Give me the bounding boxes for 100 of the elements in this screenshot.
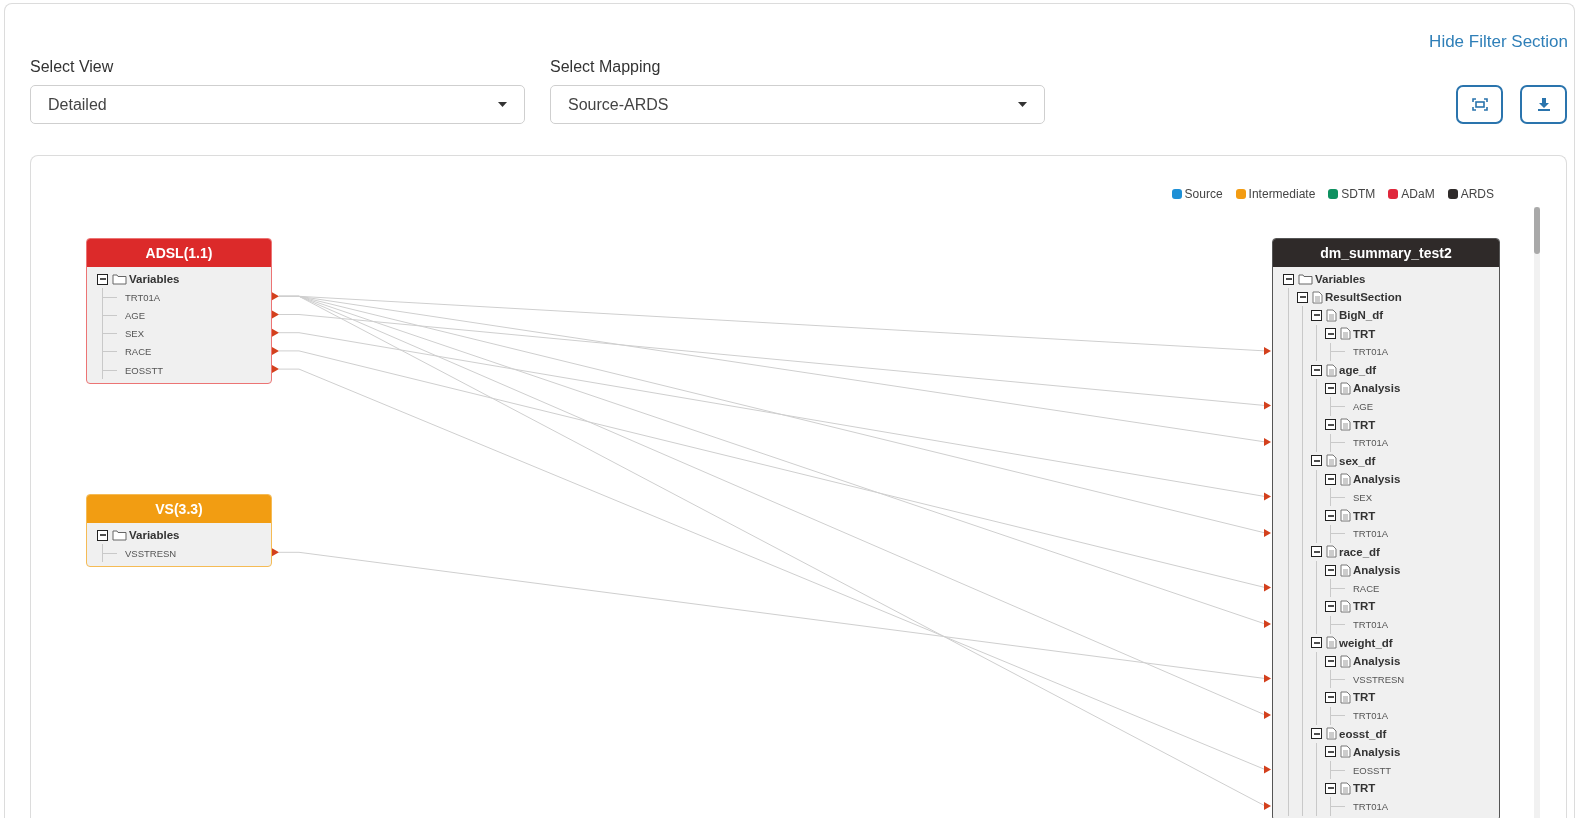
collapse-toggle[interactable] <box>1311 728 1322 740</box>
legend-label: SDTM <box>1341 187 1376 201</box>
variable-name: SEX <box>1353 491 1372 503</box>
table-node[interactable] <box>1272 238 1500 818</box>
variable-name: AGE <box>125 309 146 321</box>
tree-label: Analysis <box>1353 655 1401 668</box>
port-arrow-icon <box>1264 801 1271 810</box>
port-arrow-icon <box>272 548 279 557</box>
field-label: Select Mapping <box>550 58 662 76</box>
collapse-toggle[interactable] <box>97 273 108 285</box>
collapse-toggle[interactable] <box>97 529 108 541</box>
tree-label: Analysis <box>1353 382 1401 395</box>
collapse-toggle[interactable] <box>1311 637 1322 649</box>
node-title: dm_summary_test2 <box>1273 239 1499 267</box>
fit-screen-button[interactable] <box>1456 85 1503 124</box>
collapse-toggle[interactable] <box>1311 309 1322 321</box>
tree-label: TRT <box>1353 782 1376 795</box>
document-icon <box>1340 327 1351 341</box>
collapse-toggle[interactable] <box>1283 273 1294 285</box>
variable-name: EOSSTT <box>1353 764 1391 776</box>
variable-name: TRT01A <box>125 291 161 303</box>
tree-label: age_df <box>1339 364 1377 377</box>
tree-label: eosst_df <box>1339 727 1387 740</box>
collapse-toggle[interactable] <box>1311 546 1322 558</box>
minus-icon <box>1327 603 1334 610</box>
scrollbar[interactable] <box>1534 207 1540 818</box>
table-node[interactable]: VS(3.3) Variables VSSTRESN <box>86 494 272 568</box>
collapse-toggle[interactable] <box>1325 655 1336 667</box>
collapse-toggle[interactable] <box>1325 382 1336 394</box>
document-icon <box>1340 690 1351 704</box>
select-dropdown[interactable]: Detailed <box>30 85 525 124</box>
minus-icon <box>1313 639 1320 646</box>
legend-label: ADaM <box>1401 187 1435 201</box>
tree-label: TRT <box>1353 327 1376 340</box>
legend-label: ARDS <box>1460 187 1494 201</box>
variable-name: AGE <box>1353 400 1374 412</box>
variable-name: TRT01A <box>1353 528 1389 540</box>
download-icon <box>1537 98 1550 111</box>
tree-label: Variables <box>1315 273 1366 286</box>
tree-label: Variables <box>129 529 180 542</box>
tree-label: TRT <box>1353 600 1376 613</box>
tree-label: Variables <box>129 273 180 286</box>
document-icon <box>1326 308 1337 322</box>
port-arrow-icon <box>1264 437 1271 446</box>
variable-name: VSSTRESN <box>1353 673 1405 685</box>
port-arrow-icon <box>1264 674 1271 683</box>
document-icon <box>1340 472 1351 486</box>
minus-icon <box>1327 785 1334 792</box>
collapse-toggle[interactable] <box>1325 691 1336 703</box>
collapse-toggle[interactable] <box>1325 328 1336 340</box>
variable-name: TRT01A <box>1353 619 1389 631</box>
variable-name: VSSTRESN <box>125 547 177 559</box>
port-arrow-icon <box>1264 528 1271 537</box>
legend-label: Intermediate <box>1248 187 1316 201</box>
fit-screen-icon <box>1471 98 1488 111</box>
collapse-toggle[interactable] <box>1325 473 1336 485</box>
collapse-toggle[interactable] <box>1311 364 1322 376</box>
folder-icon <box>1298 273 1313 286</box>
collapse-toggle[interactable] <box>1311 455 1322 467</box>
tree-label: TRT <box>1353 418 1376 431</box>
hide-filter-link[interactable]: Hide Filter Section <box>1429 32 1568 54</box>
variable-name: RACE <box>1353 582 1380 594</box>
collapse-toggle[interactable] <box>1325 746 1336 758</box>
variable-name: TRT01A <box>1353 710 1389 722</box>
collapse-toggle[interactable] <box>1325 510 1336 522</box>
document-icon <box>1326 636 1337 650</box>
collapse-toggle[interactable] <box>1325 600 1336 612</box>
collapse-toggle[interactable] <box>1325 419 1336 431</box>
port-arrow-icon <box>1264 583 1271 592</box>
document-icon <box>1340 418 1351 432</box>
tree-label: TRT <box>1353 509 1376 522</box>
download-button[interactable] <box>1520 85 1567 124</box>
field-label: Select View <box>30 58 115 76</box>
variable-name: EOSSTT <box>125 364 163 376</box>
collapse-toggle[interactable] <box>1325 564 1336 576</box>
port-arrow-icon <box>1264 765 1271 774</box>
document-icon <box>1326 454 1337 468</box>
collapse-toggle[interactable] <box>1297 291 1308 303</box>
variable-name: TRT01A <box>1353 437 1389 449</box>
minus-icon <box>1313 730 1320 737</box>
minus-icon <box>1313 457 1320 464</box>
tree-label: TRT <box>1353 691 1376 704</box>
tree-label: Analysis <box>1353 564 1401 577</box>
node-title: ADSL(1.1) <box>87 239 271 267</box>
minus-icon <box>1313 548 1320 555</box>
minus-icon <box>1327 476 1334 483</box>
variable-name: TRT01A <box>1353 346 1389 358</box>
minus-icon <box>99 532 106 539</box>
minus-icon <box>1327 512 1334 519</box>
port-arrow-icon <box>1264 401 1271 410</box>
select-dropdown[interactable]: Source-ARDS <box>550 85 1045 124</box>
tree-label: BigN_df <box>1339 309 1384 322</box>
document-icon <box>1340 654 1351 668</box>
caret-icon <box>498 102 507 107</box>
minus-icon <box>1327 567 1334 574</box>
legend-label: Source <box>1184 187 1223 201</box>
table-node[interactable]: ADSL(1.1) Variables TRT01A AGE SEX RACE EOSSTT <box>86 238 272 385</box>
document-icon <box>1340 781 1351 795</box>
document-icon <box>1340 745 1351 759</box>
collapse-toggle[interactable] <box>1325 782 1336 794</box>
